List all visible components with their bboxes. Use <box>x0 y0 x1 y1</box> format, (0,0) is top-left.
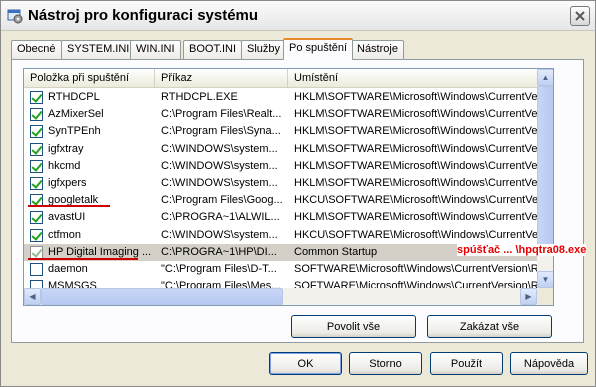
arrow-up-icon: ▲ <box>541 73 550 82</box>
apply-button[interactable]: Použít <box>430 352 503 375</box>
scrollbar-corner <box>537 288 553 305</box>
startup-item-location: HKCU\SOFTWARE\Microsoft\Windows\CurrentV… <box>294 194 537 207</box>
startup-item-command: C:\WINDOWS\system... <box>161 142 278 155</box>
startup-item-checkbox[interactable] <box>30 108 43 122</box>
googletalk-highlight-underline <box>28 205 110 207</box>
close-icon <box>575 11 585 21</box>
startup-item-checkbox[interactable] <box>30 159 43 173</box>
startup-item-command: C:\WINDOWS\system... <box>161 228 278 241</box>
startup-item-location: HKLM\SOFTWARE\Microsoft\Windows\CurrentV… <box>294 142 537 155</box>
startup-item-location: HKLM\SOFTWARE\Microsoft\Windows\CurrentV… <box>294 211 537 224</box>
scroll-up-button[interactable]: ▲ <box>537 69 553 86</box>
startup-item-command: C:\PROGRA~1\HP\DI... <box>161 245 277 258</box>
horizontal-scrollbar[interactable]: ◀ ▶ <box>24 288 537 305</box>
list-item[interactable]: RTHDCPL RTHDCPL.EXE HKLM\SOFTWARE\Microsof… <box>24 89 537 106</box>
list-item[interactable]: ctfmon C:\WINDOWS\system... HKCU\SOFTWARE\… <box>24 227 537 244</box>
startup-item-command: C:\WINDOWS\system... <box>161 176 278 189</box>
startup-item-checkbox[interactable] <box>30 176 43 190</box>
startup-item-command: C:\Program Files\Goog... <box>161 194 283 207</box>
startup-item-location: SOFTWARE\Microsoft\Windows\CurrentVersio… <box>294 262 537 275</box>
column-header-command[interactable]: Příkaz <box>155 69 288 87</box>
ok-button[interactable]: OK <box>269 352 342 375</box>
startup-item-location: HKLM\SOFTWARE\Microsoft\Windows\CurrentV… <box>294 125 537 138</box>
list-item[interactable]: AzMixerSel C:\Program Files\Realt... HKLM\… <box>24 106 537 123</box>
msconfig-icon <box>7 9 23 24</box>
tab-general[interactable]: Obecné <box>11 40 62 59</box>
startup-item-command: C:\PROGRA~1\ALWIL... <box>161 211 280 224</box>
list-item[interactable]: daemon "C:\Program Files\D-T... SOFTWARE\M… <box>24 261 537 278</box>
config-window: Nástroj pro konfiguraci systému Obecné S… <box>0 0 596 387</box>
startup-item-name: RTHDCPL <box>48 91 100 103</box>
startup-item-command: "C:\Program Files\D-T... <box>161 262 277 275</box>
title-bar[interactable]: Nástroj pro konfiguraci systému <box>1 1 595 31</box>
scroll-left-button[interactable]: ◀ <box>24 288 41 305</box>
startup-item-name: igfxpers <box>48 176 87 189</box>
column-header-item[interactable]: Položka při spuštění <box>24 69 155 87</box>
startup-item-name: HP Digital Imaging ... <box>48 245 152 258</box>
close-button[interactable] <box>570 6 590 26</box>
scroll-down-button[interactable]: ▼ <box>537 271 553 288</box>
startup-item-command: C:\Program Files\Syna... <box>161 125 281 138</box>
startup-item-name: AzMixerSel <box>48 108 104 121</box>
tab-system-ini[interactable]: SYSTEM.INI <box>61 40 136 59</box>
startup-item-command: C:\Program Files\Realt... <box>161 108 282 121</box>
list-item[interactable]: avastUI C:\PROGRA~1\ALWIL... HKLM\SOFTWARE… <box>24 209 537 226</box>
tab-services[interactable]: Služby <box>241 40 287 59</box>
startup-item-location: HKLM\SOFTWARE\Microsoft\Windows\CurrentV… <box>294 176 537 189</box>
startup-item-checkbox[interactable] <box>30 262 43 276</box>
column-header-location[interactable]: Umístění <box>288 69 537 87</box>
startup-item-location: HKLM\SOFTWARE\Microsoft\Windows\CurrentV… <box>294 91 537 103</box>
hp-imaging-highlight-underline <box>28 258 138 260</box>
startup-item-checkbox[interactable] <box>30 125 43 139</box>
cancel-button[interactable]: Storno <box>349 352 422 375</box>
startup-list[interactable]: Položka při spuštění Příkaz Umístění RTH… <box>23 68 554 306</box>
startup-item-location: HKLM\SOFTWARE\Microsoft\Windows\CurrentV… <box>294 159 537 172</box>
startup-item-command: C:\WINDOWS\system... <box>161 159 278 172</box>
horizontal-scroll-thumb[interactable] <box>41 288 283 305</box>
tab-startup[interactable]: Po spuštění <box>283 38 354 60</box>
list-item[interactable]: SynTPEnh C:\Program Files\Syna... HKLM\SOF… <box>24 123 537 140</box>
startup-item-name: igfxtray <box>48 142 84 155</box>
startup-item-checkbox[interactable] <box>30 91 43 104</box>
list-header: Položka při spuštění Příkaz Umístění <box>24 69 537 88</box>
scroll-right-button[interactable]: ▶ <box>520 288 537 305</box>
tab-tools[interactable]: Nástroje <box>351 40 404 59</box>
startup-item-checkbox[interactable] <box>30 142 43 156</box>
startup-item-location: HKCU\SOFTWARE\Microsoft\Windows\CurrentV… <box>294 228 537 241</box>
list-item[interactable]: igfxpers C:\WINDOWS\system... HKLM\SOFTWAR… <box>24 175 537 192</box>
startup-item-name: daemon <box>48 262 88 275</box>
startup-item-name: avastUI <box>48 211 86 224</box>
help-button[interactable]: Nápověda <box>510 352 588 375</box>
annotation-label: spúšťač ... \hpqtra08.exe <box>457 244 587 256</box>
enable-all-button[interactable]: Povolit vše <box>291 315 416 338</box>
list-item[interactable]: igfxtray C:\WINDOWS\system... HKLM\SOFTWAR… <box>24 141 537 158</box>
startup-item-command: RTHDCPL.EXE <box>161 91 238 103</box>
tab-win-ini[interactable]: WIN.INI <box>130 40 181 59</box>
startup-item-checkbox[interactable] <box>30 228 43 242</box>
tab-boot-ini[interactable]: BOOT.INI <box>183 40 243 59</box>
arrow-down-icon: ▼ <box>541 275 550 284</box>
list-rows: RTHDCPL RTHDCPL.EXE HKLM\SOFTWARE\Microsof… <box>24 89 537 295</box>
arrow-left-icon: ◀ <box>29 292 36 301</box>
startup-item-name: ctfmon <box>48 228 82 241</box>
startup-item-checkbox[interactable] <box>30 245 43 259</box>
startup-item-location: HKLM\SOFTWARE\Microsoft\Windows\CurrentV… <box>294 108 537 121</box>
startup-item-name: hkcmd <box>48 159 81 172</box>
startup-item-checkbox[interactable] <box>30 211 43 225</box>
list-item[interactable]: hkcmd C:\WINDOWS\system... HKLM\SOFTWARE\M… <box>24 158 537 175</box>
startup-item-name: SynTPEnh <box>48 125 101 138</box>
arrow-right-icon: ▶ <box>525 292 532 301</box>
vertical-scroll-thumb[interactable] <box>537 86 553 254</box>
window-title: Nástroj pro konfiguraci systému <box>28 7 259 24</box>
disable-all-button[interactable]: Zakázat vše <box>427 315 552 338</box>
